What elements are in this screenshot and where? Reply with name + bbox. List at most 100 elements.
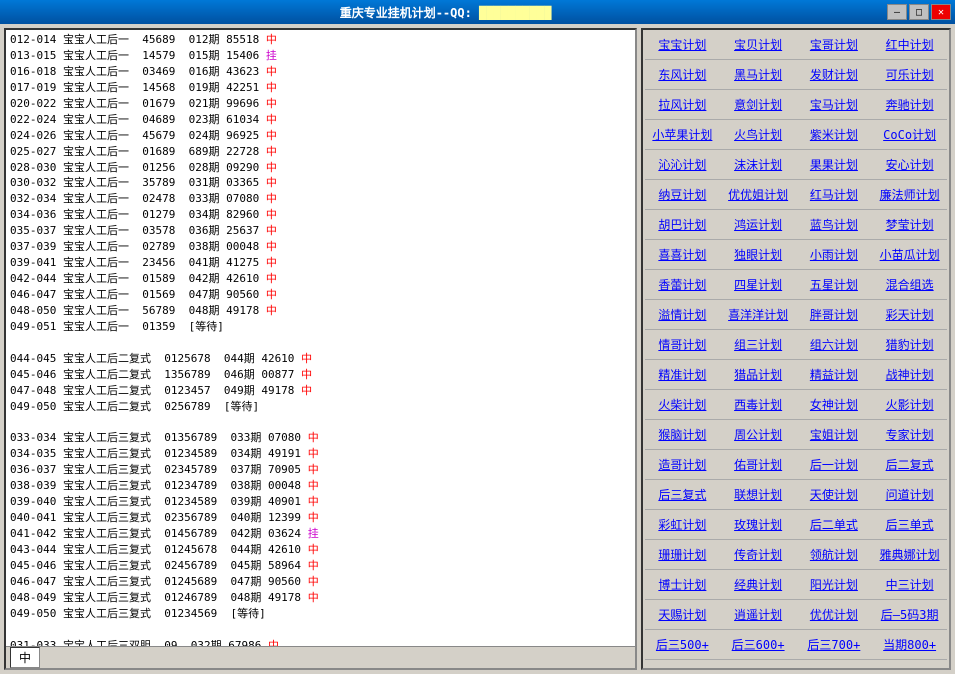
plan-link[interactable]: 精准计划	[645, 364, 720, 385]
plan-link[interactable]: 鸿运计划	[721, 214, 796, 235]
plan-link[interactable]: 五星计划	[797, 274, 872, 295]
minimize-button[interactable]: —	[887, 4, 907, 20]
plan-link[interactable]: 领航计划	[797, 544, 872, 565]
plan-link[interactable]: 后二70多注	[872, 664, 947, 670]
plan-link[interactable]: 西毒计划	[721, 394, 796, 415]
plan-link[interactable]: 当期800+	[872, 634, 947, 655]
maximize-button[interactable]: □	[909, 4, 929, 20]
plan-link[interactable]: 小苹果计划	[645, 124, 720, 145]
plan-link[interactable]: 四星计划	[721, 274, 796, 295]
plan-link[interactable]: 宝宝计划	[645, 34, 720, 55]
plan-link[interactable]: 果果计划	[797, 154, 872, 175]
plan-link[interactable]: 彩天计划	[872, 304, 947, 325]
plan-link[interactable]: 纳豆计划	[645, 184, 720, 205]
plan-link[interactable]: 宝马计划	[797, 94, 872, 115]
plan-link[interactable]: 梦莹计划	[872, 214, 947, 235]
plan-link[interactable]: 奔驰计划	[872, 94, 947, 115]
plan-link[interactable]: 发财计划	[797, 64, 872, 85]
plan-link[interactable]: 后二50多注	[721, 664, 796, 670]
list-item: 044-045 宝宝人工后二复式 0125678 044期 42610 中	[10, 351, 631, 367]
plan-link[interactable]: 小雨计划	[797, 244, 872, 265]
plan-link[interactable]: 蓝鸟计划	[797, 214, 872, 235]
plan-link[interactable]: 喜洋洋计划	[721, 304, 796, 325]
plan-link[interactable]: 宝贝计划	[721, 34, 796, 55]
plan-link[interactable]: 后三500+	[645, 634, 720, 655]
plan-link[interactable]: 后一计划	[797, 454, 872, 475]
plan-link[interactable]: 胡巴计划	[645, 214, 720, 235]
plan-link[interactable]: 溢情计划	[645, 304, 720, 325]
plan-link[interactable]: 佑哥计划	[721, 454, 796, 475]
plan-link[interactable]: 阳光计划	[797, 574, 872, 595]
plan-link[interactable]: 专家计划	[872, 424, 947, 445]
plan-link[interactable]: 精益计划	[797, 364, 872, 385]
plan-link[interactable]: 东风计划	[645, 64, 720, 85]
plan-link[interactable]: CoCo计划	[872, 124, 947, 145]
plan-link[interactable]: 后三单式	[872, 514, 947, 535]
plan-link[interactable]: 宝姐计划	[797, 424, 872, 445]
plan-link[interactable]: 情哥计划	[645, 334, 720, 355]
plan-link[interactable]: 天使计划	[797, 484, 872, 505]
plan-link[interactable]: 火柴计划	[645, 394, 720, 415]
plan-link[interactable]: 后二单式	[797, 514, 872, 535]
lottery-data-list[interactable]: 012-014 宝宝人工后一 45689 012期 85518 中013-015…	[6, 30, 635, 646]
plan-link[interactable]: 火影计划	[872, 394, 947, 415]
plan-link[interactable]: 后—5码3期	[872, 604, 947, 625]
plan-link[interactable]: 猴脑计划	[645, 424, 720, 445]
list-item: 046-047 宝宝人工后一 01569 047期 90560 中	[10, 287, 631, 303]
plan-link[interactable]: 火鸟计划	[721, 124, 796, 145]
plan-link[interactable]: 可乐计划	[872, 64, 947, 85]
plan-link[interactable]: 香蕾计划	[645, 274, 720, 295]
plan-link[interactable]: 组三计划	[721, 334, 796, 355]
plan-link[interactable]: 逍遥计划	[721, 604, 796, 625]
plan-link[interactable]: 优优姐计划	[721, 184, 796, 205]
plan-link[interactable]: 拉风计划	[645, 94, 720, 115]
plan-link[interactable]: 联想计划	[721, 484, 796, 505]
plan-link[interactable]: 当期700+	[645, 664, 720, 670]
plan-link[interactable]: 后三600+	[721, 634, 796, 655]
plan-link[interactable]: 女神计划	[797, 394, 872, 415]
plan-link[interactable]: 后二复式	[872, 454, 947, 475]
plan-link[interactable]: 造哥计划	[645, 454, 720, 475]
plan-link[interactable]: 组六计划	[797, 334, 872, 355]
plan-link[interactable]: 独眼计划	[721, 244, 796, 265]
plan-link[interactable]: 彩虹计划	[645, 514, 720, 535]
plan-link[interactable]: 玫瑰计划	[721, 514, 796, 535]
plan-link[interactable]: 优优计划	[797, 604, 872, 625]
status-label: 中	[10, 647, 40, 668]
plan-link[interactable]: 黑马计划	[721, 64, 796, 85]
plan-link[interactable]: 雅典娜计划	[872, 544, 947, 565]
right-panel[interactable]: 宝宝计划宝贝计划宝哥计划红中计划东风计划黑马计划发财计划可乐计划拉风计划意剑计划…	[641, 28, 951, 670]
plan-link[interactable]: 天赐计划	[645, 604, 720, 625]
plan-link[interactable]: 中三计划	[872, 574, 947, 595]
plan-link[interactable]: 猎品计划	[721, 364, 796, 385]
list-item: 034-036 宝宝人工后一 01279 034期 82960 中	[10, 207, 631, 223]
plan-link[interactable]: 后三700+	[797, 634, 872, 655]
plan-link[interactable]: 问道计划	[872, 484, 947, 505]
plan-link[interactable]: 胖哥计划	[797, 304, 872, 325]
plan-link[interactable]: 沫沫计划	[721, 154, 796, 175]
plan-link[interactable]: 混合组选	[872, 274, 947, 295]
plan-link[interactable]: 经典计划	[721, 574, 796, 595]
plan-link[interactable]: 传奇计划	[721, 544, 796, 565]
plan-link[interactable]: 博士计划	[645, 574, 720, 595]
plan-link[interactable]: 小苗瓜计划	[872, 244, 947, 265]
plan-link[interactable]: 沁沁计划	[645, 154, 720, 175]
plan-link[interactable]: 后三复式	[645, 484, 720, 505]
plan-link[interactable]: 红中计划	[872, 34, 947, 55]
plan-link[interactable]: 喜喜计划	[645, 244, 720, 265]
close-button[interactable]: ✕	[931, 4, 951, 20]
plan-link[interactable]: 猎豹计划	[872, 334, 947, 355]
plan-link[interactable]: 宝哥计划	[797, 34, 872, 55]
list-item: 047-048 宝宝人工后二复式 0123457 049期 49178 中	[10, 383, 631, 399]
plan-link[interactable]: 战神计划	[872, 364, 947, 385]
plan-link[interactable]: 安心计划	[872, 154, 947, 175]
plan-link[interactable]: 紫米计划	[797, 124, 872, 145]
plan-link[interactable]: 珊珊计划	[645, 544, 720, 565]
plan-link[interactable]: 意剑计划	[721, 94, 796, 115]
list-item: 028-030 宝宝人工后一 01256 028期 09290 中	[10, 160, 631, 176]
plan-link[interactable]: 廉法师计划	[872, 184, 947, 205]
plan-link[interactable]: 后二60多注	[797, 664, 872, 670]
plan-link[interactable]: 周公计划	[721, 424, 796, 445]
plan-link[interactable]: 红马计划	[797, 184, 872, 205]
title-qq: ██████████	[479, 6, 551, 20]
